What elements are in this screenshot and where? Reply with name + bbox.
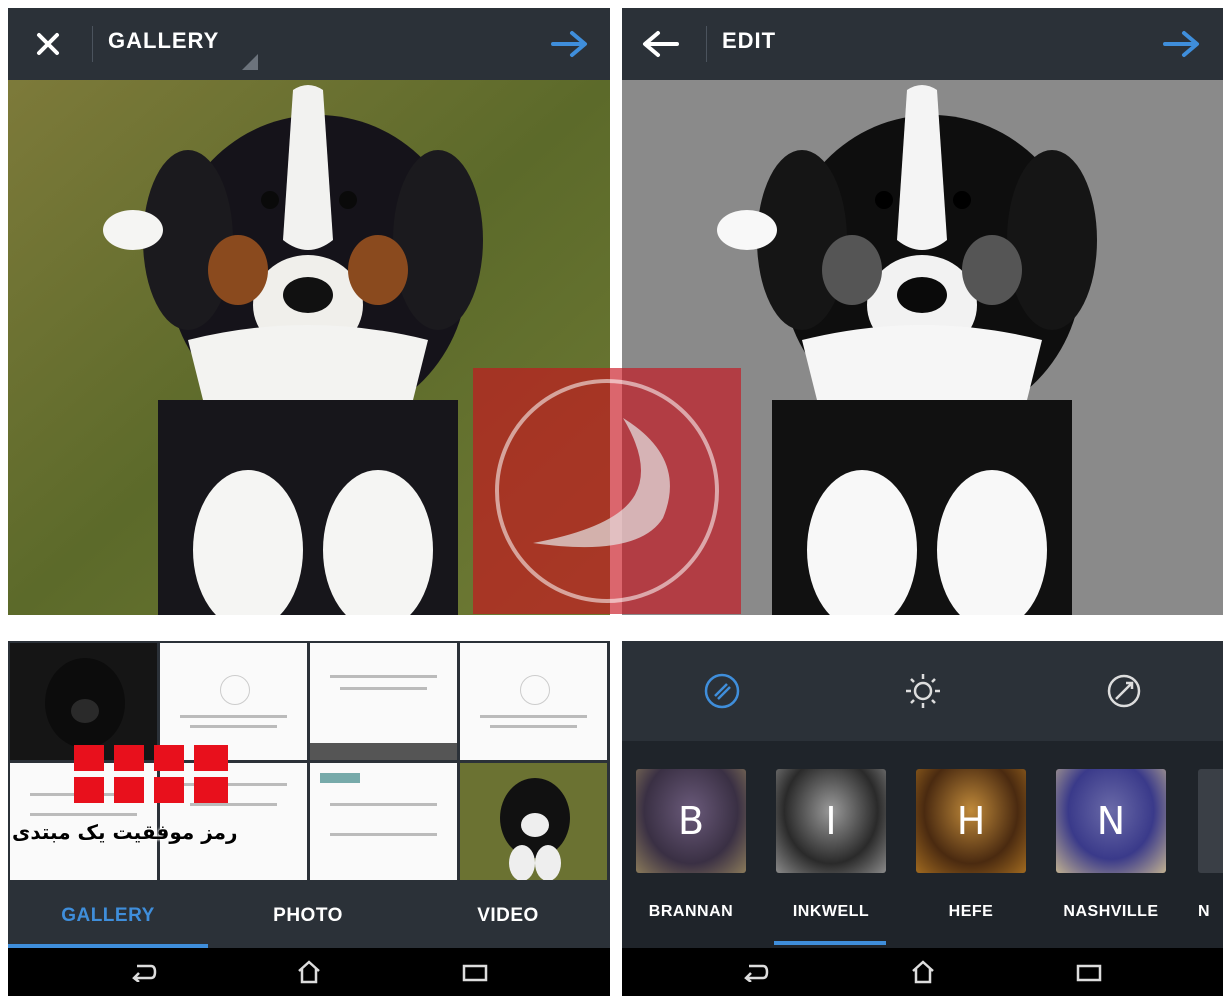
filter-thumb: N	[1056, 769, 1166, 873]
filter-label: N	[1198, 903, 1211, 920]
next-arrow-icon[interactable]	[548, 22, 592, 66]
system-nav-bar	[622, 948, 1223, 996]
recent-apps-icon[interactable]	[1074, 960, 1104, 984]
filter-inkwell[interactable]: I INKWELL	[776, 769, 886, 921]
gallery-thumb-puppy-selected[interactable]	[10, 643, 157, 760]
gallery-thumb-screenshot[interactable]	[160, 643, 307, 760]
filter-thumb: I	[776, 769, 886, 873]
filter-letter: H	[956, 799, 986, 843]
filter-letter: N	[1096, 799, 1126, 843]
gallery-thumb-screenshot[interactable]	[310, 643, 457, 760]
gallery-thumb-screenshot[interactable]	[310, 763, 457, 880]
filter-letter: I	[825, 799, 837, 843]
watermark-text: رمز موفقیت یک مبتدی	[12, 820, 238, 844]
brightness-icon[interactable]	[903, 671, 943, 711]
header-divider	[92, 26, 93, 62]
tab-video[interactable]: VIDEO	[408, 905, 608, 927]
edit-header: EDIT	[622, 8, 1223, 80]
filter-label: BRANNAN	[648, 903, 734, 920]
system-nav-bar	[8, 948, 610, 996]
filter-brannan[interactable]: B BRANNAN	[636, 769, 746, 921]
gallery-thumb-puppy[interactable]	[460, 763, 607, 880]
filter-strip: B BRANNAN I INKWELL H HEFE N NASHVILLE N	[622, 741, 1223, 948]
filter-hefe[interactable]: H HEFE	[916, 769, 1026, 921]
gallery-header: GALLERY	[8, 8, 610, 80]
straighten-icon[interactable]	[1104, 671, 1144, 711]
next-arrow-icon[interactable]	[1160, 22, 1204, 66]
filter-nashville[interactable]: N NASHVILLE	[1056, 769, 1166, 921]
filter-partial[interactable]: N	[1198, 769, 1223, 921]
filter-label: HEFE	[948, 903, 994, 920]
filter-thumb: H	[916, 769, 1026, 873]
close-icon[interactable]	[26, 22, 70, 66]
watermark-brand-mark	[74, 745, 234, 803]
gallery-title[interactable]: GALLERY	[108, 28, 219, 54]
header-divider	[706, 26, 707, 62]
filter-thumb	[1198, 769, 1223, 873]
filter-label: NASHVILLE	[1063, 903, 1159, 920]
back-icon[interactable]	[740, 960, 770, 984]
edit-title: EDIT	[722, 28, 777, 53]
recent-apps-icon[interactable]	[460, 960, 490, 984]
home-icon[interactable]	[908, 960, 938, 984]
filter-letter: B	[677, 799, 705, 843]
edit-tools-bar	[622, 641, 1223, 741]
gallery-tabs: GALLERY PHOTO VIDEO	[8, 881, 610, 948]
lux-icon[interactable]	[702, 671, 742, 711]
dropdown-corner-icon	[242, 54, 258, 70]
filter-label: INKWELL	[792, 903, 870, 920]
home-icon[interactable]	[294, 960, 324, 984]
watermark-logo	[473, 368, 741, 614]
tab-gallery[interactable]: GALLERY	[8, 905, 208, 927]
gallery-thumb-screenshot[interactable]	[460, 643, 607, 760]
tab-photo[interactable]: PHOTO	[208, 905, 408, 927]
selected-filter-indicator	[774, 941, 886, 945]
back-icon[interactable]	[128, 960, 158, 984]
back-arrow-icon[interactable]	[638, 22, 682, 66]
filter-thumb: B	[636, 769, 746, 873]
